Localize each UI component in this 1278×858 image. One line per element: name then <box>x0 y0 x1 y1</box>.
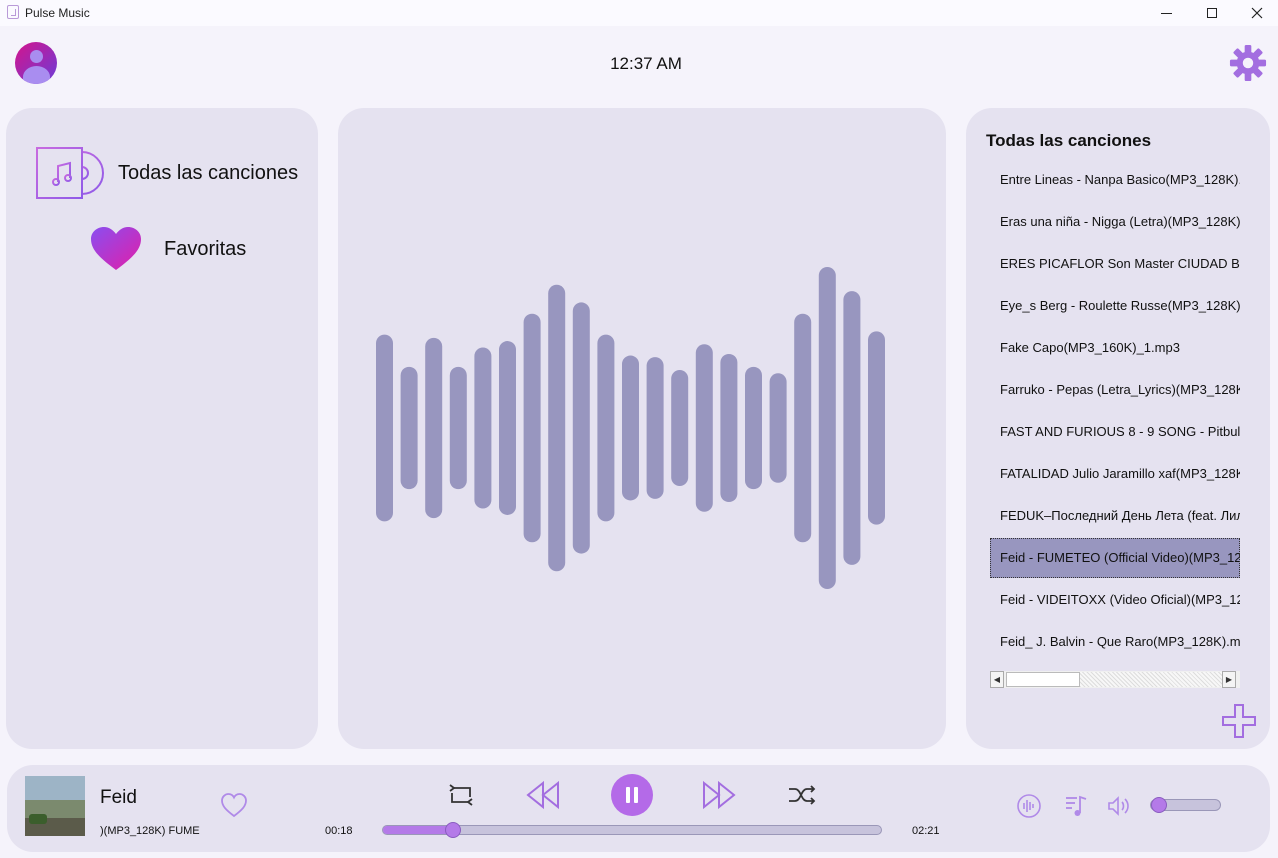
player-bar: Feid )(MP3_128K) FUMETEO <box>7 765 1270 852</box>
music-library-icon <box>36 147 104 199</box>
maximize-button[interactable] <box>1189 0 1235 26</box>
avatar-head <box>30 50 43 63</box>
audio-waveform <box>376 267 885 589</box>
library-panel: Todas las canciones Favoritas <box>6 108 318 749</box>
album-cover <box>25 776 85 836</box>
volume-knob[interactable] <box>1151 797 1167 813</box>
horizontal-scrollbar[interactable]: ◀ ▶ <box>990 671 1240 688</box>
pause-button[interactable] <box>611 774 653 816</box>
next-button[interactable] <box>701 779 737 811</box>
progress-knob[interactable] <box>444 822 461 838</box>
waveform-bar <box>794 313 812 543</box>
favorite-heart-icon[interactable] <box>220 792 248 818</box>
minimize-icon <box>1160 12 1172 14</box>
waveform-bar <box>548 284 566 572</box>
hscroll-thumb[interactable] <box>1006 672 1080 687</box>
waveform-bar <box>720 353 738 503</box>
clock: 12:37 AM <box>610 54 682 73</box>
heart-icon <box>91 227 141 270</box>
rewind-icon <box>526 780 559 810</box>
song-row[interactable]: Eye_s Berg - Roulette Russe(MP3_128K).mp… <box>990 286 1240 326</box>
close-icon <box>1251 7 1263 19</box>
close-button[interactable] <box>1234 0 1278 26</box>
fast-forward-icon <box>703 780 736 810</box>
waveform-bar <box>671 370 689 486</box>
waveform-bar <box>523 313 541 543</box>
waveform-bar <box>597 334 615 522</box>
current-time: 00:18 <box>325 825 353 837</box>
scroll-right-icon[interactable]: ▶ <box>1222 671 1236 688</box>
repeat-button[interactable] <box>447 779 475 811</box>
shuffle-button[interactable] <box>787 779 817 811</box>
song-row[interactable]: Eras una niña - Nigga (Letra)(MP3_128K).… <box>990 202 1240 242</box>
waveform-bar <box>376 334 393 522</box>
song-row[interactable]: Farruko - Pepas (Letra_Lyrics)(MP3_128K)… <box>990 370 1240 410</box>
avatar-body <box>23 66 50 84</box>
track-artist: Feid <box>100 787 137 808</box>
playlist-title: Todas las canciones <box>986 131 1152 150</box>
waveform-bar <box>449 366 467 490</box>
total-time: 02:21 <box>912 825 940 837</box>
song-list-box: Entre Lineas - Nanpa Basico(MP3_128K).mp… <box>990 160 1240 690</box>
waveform-bar <box>572 302 590 554</box>
song-row[interactable]: Feid - FUMETEO (Official Video)(MP3_128K… <box>990 538 1240 578</box>
waveform-bar <box>622 355 639 501</box>
settings-gear-icon[interactable] <box>1229 44 1267 82</box>
waveform-bar <box>695 344 713 512</box>
shuffle-icon <box>789 785 816 805</box>
lyrics-music-note-icon[interactable] <box>1063 793 1089 819</box>
nav-all-songs[interactable]: Todas las canciones <box>36 146 298 200</box>
waveform-bar <box>474 347 492 509</box>
visualizer-panel <box>338 108 946 749</box>
nav-favorites-label: Favoritas <box>164 237 247 260</box>
previous-button[interactable] <box>525 779 561 811</box>
song-row[interactable]: FAST AND FURIOUS 8 - 9 SONG - Pitbull(MP… <box>990 412 1240 452</box>
song-row[interactable]: Feid - VIDEITOXX (Video Oficial)(MP3_128… <box>990 580 1240 620</box>
equalizer-icon[interactable] <box>1016 793 1042 819</box>
minimize-button[interactable] <box>1143 0 1189 26</box>
waveform-bar <box>868 331 885 525</box>
track-title-marquee: )(MP3_128K) FUMETEO <box>100 825 200 837</box>
waveform-bar <box>769 373 787 483</box>
waveform-bar <box>646 357 664 499</box>
user-avatar[interactable] <box>15 42 57 84</box>
repeat-icon <box>449 784 473 806</box>
progress-slider[interactable] <box>382 822 882 838</box>
add-song-plus-icon[interactable] <box>1221 703 1257 739</box>
song-row[interactable]: Fake Capo(MP3_160K)_1.mp3 <box>990 328 1240 368</box>
app-icon <box>7 5 19 19</box>
song-row[interactable]: FEDUK–Последний День Лета (feat. Лилу)(M… <box>990 496 1240 536</box>
waveform-bar <box>745 366 762 490</box>
song-row[interactable]: ERES PICAFLOR Son Master CIUDAD BOLIVAR(… <box>990 244 1240 284</box>
song-row[interactable]: Entre Lineas - Nanpa Basico(MP3_128K).mp… <box>990 160 1240 200</box>
waveform-bar <box>818 267 836 589</box>
maximize-icon <box>1207 8 1217 18</box>
volume-slider[interactable] <box>1150 797 1221 813</box>
waveform-bar <box>400 366 418 490</box>
nav-all-songs-label: Todas las canciones <box>118 161 299 184</box>
song-row[interactable]: Feid_ J. Balvin - Que Raro(MP3_128K).mp3 <box>990 622 1240 662</box>
hscroll-track[interactable] <box>1080 672 1222 687</box>
volume-icon[interactable] <box>1106 793 1132 819</box>
song-row[interactable]: FATALIDAD Julio Jaramillo xaf(MP3_128K).… <box>990 454 1240 494</box>
pause-icon <box>626 787 638 803</box>
waveform-bar <box>499 341 516 515</box>
song-list: Entre Lineas - Nanpa Basico(MP3_128K).mp… <box>990 160 1240 670</box>
waveform-bar <box>425 337 443 519</box>
progress-fill <box>383 826 453 834</box>
window-title: Pulse Music <box>25 6 90 20</box>
title-bar: Pulse Music <box>0 0 1278 26</box>
scroll-left-icon[interactable]: ◀ <box>990 671 1004 688</box>
playlist-panel: Todas las canciones Entre Lineas - Nanpa… <box>966 108 1270 749</box>
waveform-bar <box>843 291 861 565</box>
nav-favorites[interactable]: Favoritas <box>90 226 246 272</box>
